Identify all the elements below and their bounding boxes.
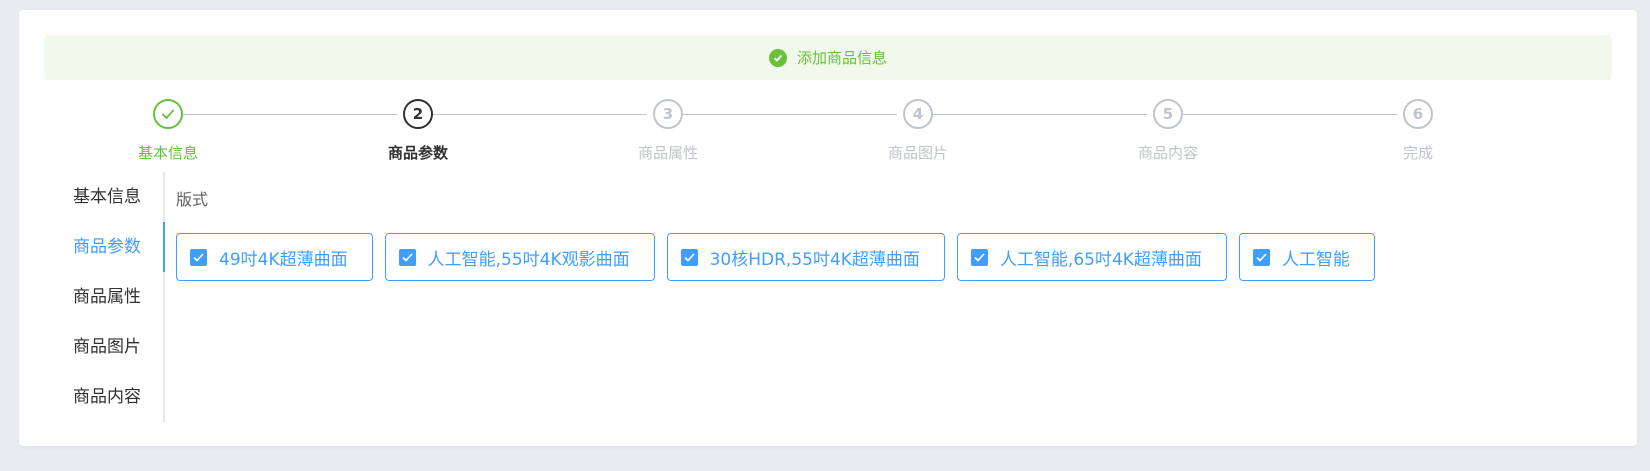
step-label: 商品参数	[387, 144, 448, 162]
option-checkbox[interactable]: 人工智能,55吋4K观影曲面	[384, 233, 655, 281]
option-checkbox[interactable]: 49吋4K超薄曲面	[176, 233, 373, 281]
option-label: 人工智能,65吋4K超薄曲面	[999, 249, 1202, 270]
checkbox-checked-icon[interactable]	[970, 248, 988, 266]
tab-basic-info[interactable]: 基本信息	[44, 172, 163, 222]
tab-goods-images[interactable]: 商品图片	[44, 322, 163, 372]
step-label: 基本信息	[137, 144, 198, 162]
step-number: 6	[1403, 99, 1433, 129]
step-number: 2	[403, 99, 433, 129]
step-goods-attrs: 3 商品属性	[598, 99, 738, 163]
step-number: 4	[903, 99, 933, 129]
option-label: 人工智能	[1281, 249, 1350, 270]
checkbox-checked-icon[interactable]	[1252, 248, 1270, 266]
step-basic-info: 基本信息	[98, 99, 238, 163]
checkbox-checked-icon[interactable]	[398, 248, 416, 266]
step-number: 3	[653, 99, 683, 129]
step-goods-params: 2 商品参数	[348, 99, 488, 163]
param-title: 版式	[176, 190, 209, 209]
step-label: 商品属性	[637, 144, 698, 162]
tab-goods-attrs[interactable]: 商品属性	[44, 272, 163, 322]
tab-goods-params[interactable]: 商品参数	[44, 222, 165, 272]
option-checkbox[interactable]: 人工智能,65吋4K超薄曲面	[956, 233, 1227, 281]
check-circle-icon	[768, 48, 787, 67]
step-number: 5	[1153, 99, 1183, 129]
option-label: 30核HDR,55吋4K超薄曲面	[709, 249, 920, 270]
vertical-tabs: 基本信息 商品参数 商品属性 商品图片 商品内容	[44, 172, 165, 422]
alert-title: 添加商品信息	[796, 49, 887, 67]
option-checkbox[interactable]: 人工智能	[1238, 233, 1375, 281]
option-label: 49吋4K超薄曲面	[219, 249, 348, 270]
step-label: 商品图片	[887, 144, 948, 162]
step-goods-content: 5 商品内容	[1098, 99, 1238, 163]
step-label: 完成	[1402, 144, 1433, 162]
param-options: 49吋4K超薄曲面 人工智能,55吋4K观影曲面 30核HDR,55吋4K超薄曲…	[176, 233, 1387, 281]
check-icon	[153, 99, 183, 129]
checkbox-checked-icon[interactable]	[190, 248, 207, 266]
step-goods-images: 4 商品图片	[848, 99, 988, 163]
info-alert: 添加商品信息	[44, 35, 1612, 80]
option-checkbox[interactable]: 30核HDR,55吋4K超薄曲面	[666, 233, 945, 281]
checkbox-checked-icon[interactable]	[680, 248, 698, 266]
option-label: 人工智能,55吋4K观影曲面	[427, 249, 630, 270]
step-finish: 6 完成	[1348, 99, 1488, 163]
tab-goods-content[interactable]: 商品内容	[44, 372, 163, 422]
step-label: 商品内容	[1137, 144, 1198, 162]
